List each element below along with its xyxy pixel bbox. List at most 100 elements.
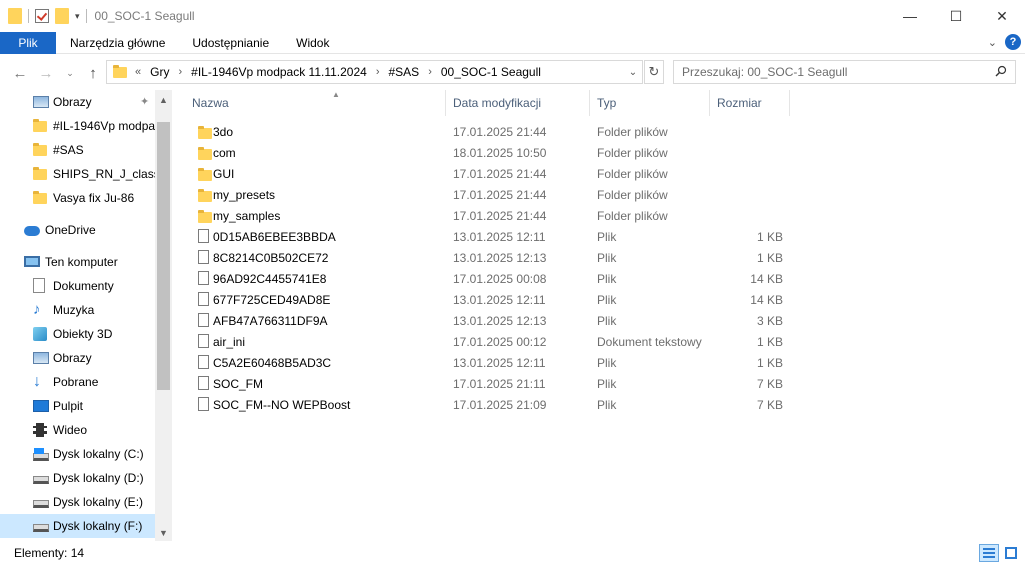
scroll-down-arrow-icon[interactable]: ▼ <box>155 525 172 541</box>
file-row[interactable]: 8C8214C0B502CE72 13.01.2025 12:13 Plik 1 KB <box>188 247 808 268</box>
search-icon <box>995 65 1007 77</box>
tab-share[interactable]: Udostępnianie <box>178 32 282 54</box>
tab-home[interactable]: Narzędzia główne <box>56 32 178 54</box>
file-row[interactable]: com 18.01.2025 10:50 Folder plików <box>188 142 808 163</box>
file-type: Plik <box>597 230 617 244</box>
customize-toolbar-dropdown-icon[interactable]: ▾ <box>75 11 80 22</box>
file-row[interactable]: my_presets 17.01.2025 21:44 Folder plików <box>188 184 808 205</box>
sidebar-item-3d-objects[interactable]: Obiekty 3D <box>0 322 155 346</box>
sidebar-item-onedrive[interactable]: OneDrive <box>0 218 155 242</box>
expand-ribbon-icon[interactable]: ⌄ <box>988 36 997 49</box>
file-row[interactable]: air_ini 17.01.2025 00:12 Dokument tekstowy… <box>188 331 808 352</box>
window-title: 00_SOC-1 Seagull <box>94 9 195 23</box>
column-divider[interactable] <box>445 90 446 116</box>
sidebar-item-drive-d[interactable]: Dysk lokalny (D:) <box>0 466 155 490</box>
column-divider[interactable] <box>589 90 590 116</box>
address-dropdown-icon[interactable]: ⌄ <box>624 61 642 83</box>
column-divider[interactable] <box>789 90 790 116</box>
file-row[interactable]: 0D15AB6EBEE3BBDA 13.01.2025 12:11 Plik 1 KB <box>188 226 808 247</box>
sidebar-item-label: Wideo <box>53 423 88 437</box>
file-row[interactable]: SOC_FM 17.01.2025 21:11 Plik 7 KB <box>188 373 808 394</box>
file-type: Folder plików <box>597 146 668 160</box>
drive-icon <box>33 524 49 532</box>
folder-icon <box>198 147 212 160</box>
address-bar[interactable]: « Gry › #IL-1946Vp modpack 11.11.2024 › … <box>106 60 643 84</box>
file-date: 17.01.2025 00:12 <box>453 335 547 349</box>
file-row[interactable]: 96AD92C4455741E8 17.01.2025 00:08 Plik 14 K… <box>188 268 808 289</box>
maximize-button[interactable]: ☐ <box>933 0 979 32</box>
sidebar-item-drive-c[interactable]: Dysk lokalny (C:) <box>0 442 155 466</box>
sidebar-item-il1946vp[interactable]: #IL-1946Vp modpa <box>0 114 155 138</box>
sidebar-item-sas[interactable]: #SAS <box>0 138 155 162</box>
sidebar-item-drive-f[interactable]: Dysk lokalny (F:) <box>0 514 155 538</box>
tab-file[interactable]: Plik <box>0 31 56 54</box>
column-header-type[interactable]: Typ <box>597 90 709 116</box>
sidebar-item-vasya[interactable]: Vasya fix Ju-86 <box>0 186 155 210</box>
forward-arrow-icon[interactable]: → <box>36 63 56 83</box>
sidebar-item-label: Obrazy <box>53 95 92 109</box>
file-row[interactable]: 677F725CED49AD8E 13.01.2025 12:11 Plik 14 K… <box>188 289 808 310</box>
chevron-right-icon[interactable]: › <box>426 66 434 78</box>
scroll-up-arrow-icon[interactable]: ▲ <box>155 92 172 108</box>
recent-locations-chevron-icon[interactable]: ⌄ <box>60 63 80 83</box>
chevron-right-icon[interactable]: › <box>176 66 184 78</box>
sidebar-item-pictures[interactable]: Obrazy <box>0 346 155 370</box>
large-icons-view-icon <box>1005 547 1017 559</box>
sidebar-item-drive-e[interactable]: Dysk lokalny (E:) <box>0 490 155 514</box>
breadcrumb-item[interactable]: 00_SOC-1 Seagull <box>434 65 548 79</box>
file-row[interactable]: my_samples 17.01.2025 21:44 Folder plików <box>188 205 808 226</box>
chevron-right-icon[interactable]: › <box>374 66 382 78</box>
tab-view[interactable]: Widok <box>282 32 342 54</box>
file-size: 1 KB <box>756 230 783 244</box>
sidebar-item-pictures-pinned[interactable]: Obrazy ✦ <box>0 90 155 114</box>
details-view-button[interactable] <box>979 544 999 562</box>
ribbon-tabs: Plik Narzędzia główne Udostępnianie Wido… <box>0 31 1025 54</box>
breadcrumb-item[interactable]: #IL-1946Vp modpack 11.11.2024 <box>184 65 374 79</box>
file-name: my_presets <box>213 188 276 202</box>
column-divider[interactable] <box>709 90 710 116</box>
minimize-button[interactable]: — <box>887 0 933 32</box>
column-header-size[interactable]: Rozmiar <box>717 90 789 116</box>
file-name: 0D15AB6EBEE3BBDA <box>213 230 336 244</box>
sidebar-item-videos[interactable]: Wideo <box>0 418 155 442</box>
breadcrumb-overflow[interactable]: « <box>133 66 143 78</box>
breadcrumb-item[interactable]: Gry <box>143 65 176 79</box>
column-header-date[interactable]: Data modyfikacji <box>453 90 589 116</box>
sidebar-item-this-pc[interactable]: Ten komputer <box>0 250 155 274</box>
folder-icon <box>33 119 47 132</box>
back-arrow-icon[interactable]: ← <box>10 63 30 83</box>
sidebar-item-documents[interactable]: Dokumenty <box>0 274 155 298</box>
file-name: SOC_FM <box>213 377 264 391</box>
sidebar-item-desktop[interactable]: Pulpit <box>0 394 155 418</box>
music-icon: ♪ <box>33 301 41 318</box>
file-row[interactable]: 3do 17.01.2025 21:44 Folder plików <box>188 121 808 142</box>
sidebar-item-label: #SAS <box>53 143 84 157</box>
pin-icon[interactable]: ✦ <box>140 95 149 108</box>
pictures-icon <box>33 96 49 108</box>
folder-icon <box>33 167 47 180</box>
refresh-button[interactable]: ↻ <box>644 60 664 84</box>
large-icons-view-button[interactable] <box>1001 544 1021 562</box>
up-arrow-icon[interactable]: ↑ <box>83 63 103 83</box>
help-icon[interactable]: ? <box>1005 34 1021 50</box>
file-row[interactable]: SOC_FM--NO WEPBoost 17.01.2025 21:09 Plik 7… <box>188 394 808 415</box>
sidebar-item-ships[interactable]: SHIPS_RN_J_class_d <box>0 162 155 186</box>
folder-icon <box>113 64 127 78</box>
search-input[interactable]: Przeszukaj: 00_SOC-1 Seagull <box>673 60 1016 84</box>
properties-icon[interactable] <box>35 9 49 23</box>
file-name: 8C8214C0B502CE72 <box>213 251 329 265</box>
breadcrumb-item[interactable]: #SAS <box>382 65 427 79</box>
file-type: Folder plików <box>597 188 668 202</box>
file-row[interactable]: C5A2E60468B5AD3C 13.01.2025 12:11 Plik 1 KB <box>188 352 808 373</box>
sidebar-item-downloads[interactable]: ↓ Pobrane <box>0 370 155 394</box>
file-icon <box>198 229 209 243</box>
file-row[interactable]: AFB47A766311DF9A 13.01.2025 12:13 Plik 3 KB <box>188 310 808 331</box>
sidebar-scrollbar-thumb[interactable] <box>157 122 170 390</box>
status-bar: Elementy: 14 <box>0 541 1025 565</box>
new-folder-icon[interactable] <box>55 8 69 24</box>
close-button[interactable]: ✕ <box>979 0 1025 32</box>
file-row[interactable]: GUI 17.01.2025 21:44 Folder plików <box>188 163 808 184</box>
sidebar-item-label: Muzyka <box>53 303 95 317</box>
sidebar-item-music[interactable]: ♪ Muzyka <box>0 298 155 322</box>
column-header-name[interactable]: Nazwa ▲ <box>192 90 444 116</box>
